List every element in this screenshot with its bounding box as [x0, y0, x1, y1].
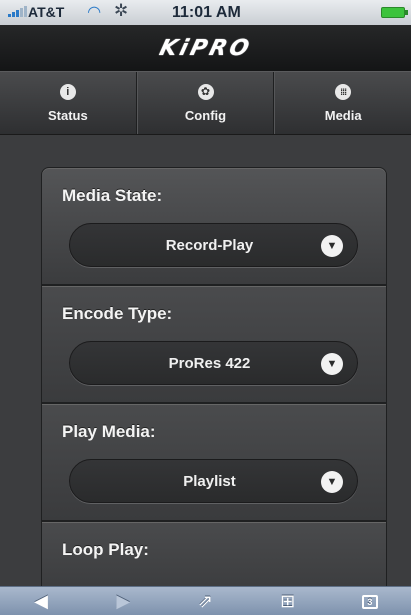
play-media-select[interactable]: Playlist ▼ — [69, 459, 358, 503]
grid-icon: ⁞⁞⁞ — [335, 83, 352, 100]
kipro-logo: KiPRO — [156, 35, 255, 61]
tab-media[interactable]: ⁞⁞⁞ Media — [274, 72, 411, 134]
tabs-count: 3 — [361, 594, 378, 609]
media-state-select[interactable]: Record-Play ▼ — [69, 223, 358, 267]
bookmarks-icon[interactable]: ⊞ — [268, 591, 308, 612]
battery-full-icon — [381, 7, 408, 18]
share-icon[interactable]: ⇗ — [185, 591, 225, 612]
tab-status[interactable]: i Status — [0, 72, 137, 134]
info-icon: i — [59, 83, 76, 100]
play-media-value: Playlist — [183, 472, 236, 490]
play-media-panel: Play Media: Playlist ▼ — [41, 403, 387, 521]
tab-config[interactable]: ✿ Config — [136, 72, 275, 134]
wifi-icon: ◠ — [88, 4, 101, 21]
status-bar: AT&T ◠ ✲ 11:01 AM — [0, 0, 411, 25]
play-media-label: Play Media: — [62, 422, 156, 441]
back-arrow-icon[interactable]: ◀ — [21, 591, 61, 612]
activity-spinner-icon: ✲ — [114, 1, 129, 20]
tab-config-label: Config — [184, 107, 227, 123]
browser-toolbar: ◀ ▶ ⇗ ⊞ 3 — [0, 586, 411, 615]
tab-status-label: Status — [47, 107, 88, 123]
encode-type-label: Encode Type: — [62, 304, 173, 323]
tab-bar: i Status ✿ Config ⁞⁞⁞ Media — [0, 71, 411, 135]
gear-icon: ✿ — [197, 83, 214, 100]
tab-media-label: Media — [324, 107, 362, 123]
forward-arrow-icon[interactable]: ▶ — [103, 591, 143, 612]
media-state-panel: Media State: Record-Play ▼ — [41, 167, 387, 285]
settings-content[interactable]: Media State: Record-Play ▼ Encode Type: … — [0, 136, 411, 586]
encode-type-value: ProRes 422 — [168, 354, 251, 372]
status-time: 11:01 AM — [172, 4, 241, 21]
loop-play-panel: Loop Play: — [41, 521, 387, 586]
loop-play-label: Loop Play: — [62, 540, 149, 559]
chevron-down-icon: ▼ — [321, 235, 343, 257]
encode-type-panel: Encode Type: ProRes 422 ▼ — [41, 285, 387, 403]
signal-bars-icon — [8, 6, 27, 17]
carrier-name: AT&T — [28, 4, 65, 20]
chevron-down-icon: ▼ — [321, 353, 343, 375]
media-state-label: Media State: — [62, 186, 163, 205]
chevron-down-icon: ▼ — [321, 471, 343, 493]
tabs-icon[interactable]: 3 — [350, 591, 390, 612]
media-state-value: Record-Play — [165, 236, 254, 254]
app-title-bar: KiPRO — [0, 25, 411, 71]
encode-type-select[interactable]: ProRes 422 ▼ — [69, 341, 358, 385]
